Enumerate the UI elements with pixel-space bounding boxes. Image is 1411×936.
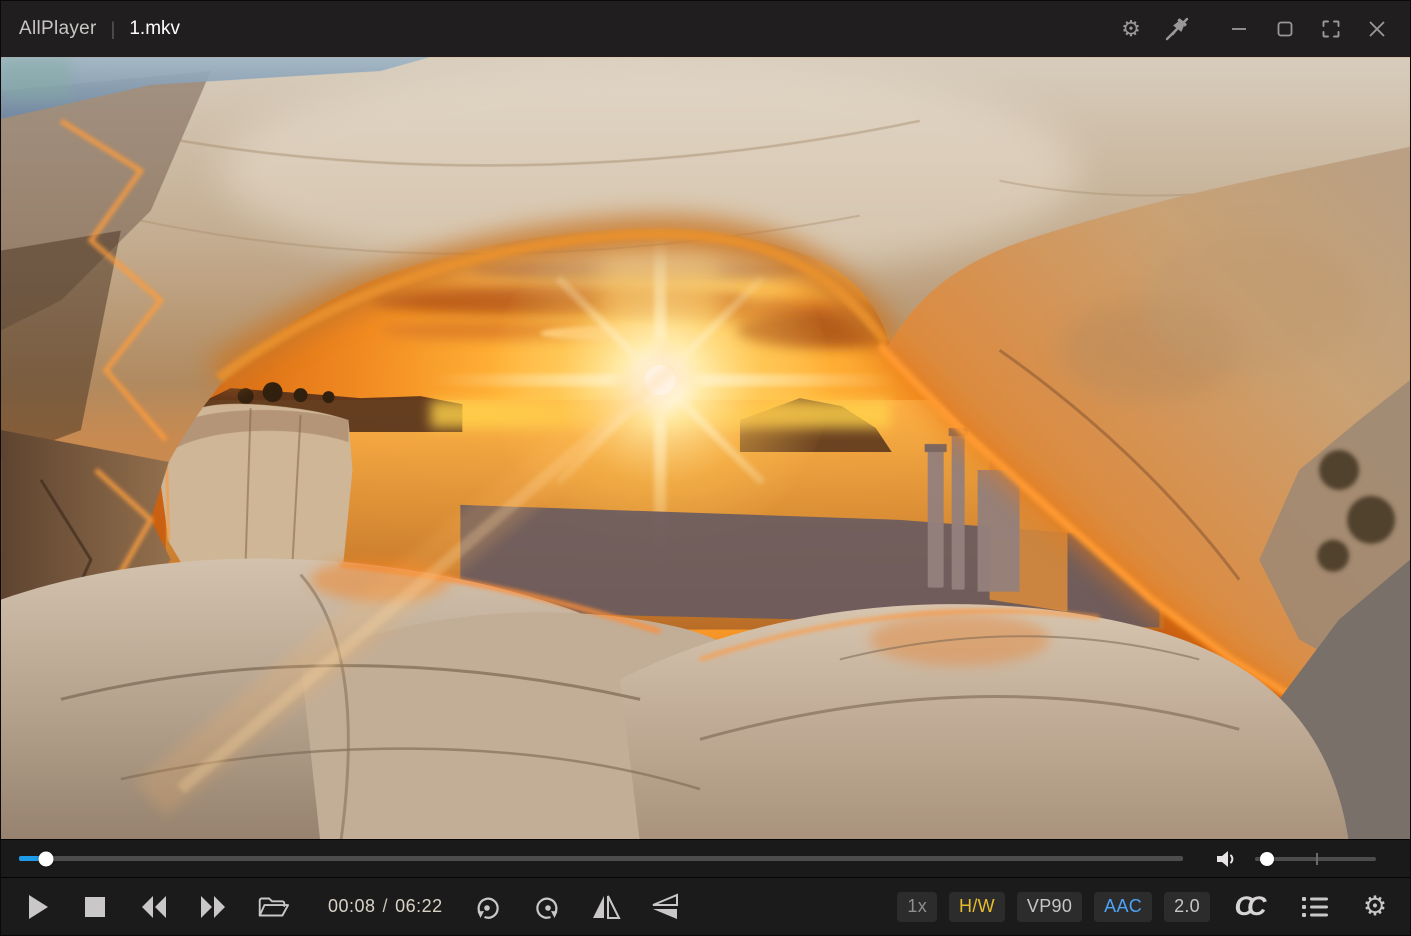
rotate-ccw-icon	[471, 890, 505, 924]
hw-accel-badge-label: H/W	[959, 896, 995, 917]
fullscreen-icon	[1321, 19, 1341, 39]
maximize-icon	[1276, 20, 1294, 38]
gear-icon: ⚙	[1121, 18, 1141, 40]
control-bar: 00:08 / 06:22	[1, 878, 1410, 935]
stop-button[interactable]	[78, 889, 112, 925]
fullscreen-button[interactable]	[1316, 12, 1346, 46]
titlebar-settings-button[interactable]: ⚙	[1116, 12, 1146, 46]
mute-button[interactable]	[1211, 844, 1241, 874]
file-name: 1.mkv	[129, 18, 180, 40]
app-name: AllPlayer	[19, 18, 97, 40]
speed-badge[interactable]: 1x	[897, 892, 937, 922]
window-title: AllPlayer | 1.mkv	[19, 18, 180, 40]
allplayer-window: AllPlayer | 1.mkv ⚙	[0, 0, 1411, 936]
subtitles-button[interactable]: CC	[1228, 889, 1272, 925]
player-settings-button[interactable]: ⚙	[1358, 889, 1392, 925]
titlebar-controls: ⚙	[1116, 12, 1392, 46]
video-display[interactable]	[1, 57, 1410, 840]
flip-horizontal-button[interactable]	[589, 889, 623, 925]
time-display: 00:08 / 06:22	[328, 896, 443, 917]
speed-badge-label: 1x	[907, 896, 927, 917]
open-folder-icon	[255, 890, 289, 924]
close-icon	[1368, 20, 1386, 38]
open-file-button[interactable]	[255, 889, 289, 925]
audio-channels-badge-label: 2.0	[1174, 896, 1200, 917]
flip-vertical-icon	[648, 890, 682, 924]
hw-accel-badge[interactable]: H/W	[949, 892, 1005, 922]
speaker-icon	[1213, 846, 1239, 872]
seek-bar[interactable]	[19, 856, 1183, 861]
audio-codec-badge[interactable]: AAC	[1094, 892, 1152, 922]
rotate-cw-button[interactable]	[530, 889, 564, 925]
flip-vertical-button[interactable]	[648, 889, 682, 925]
audio-codec-badge-label: AAC	[1104, 896, 1142, 917]
status-group: 1x H/W VP90 AAC 2.0 CC	[885, 889, 1392, 925]
fast-forward-icon	[196, 890, 230, 924]
playlist-icon	[1300, 893, 1330, 921]
rewind-button[interactable]	[137, 889, 171, 925]
title-separator: |	[111, 19, 116, 40]
maximize-button[interactable]	[1270, 12, 1300, 46]
close-button[interactable]	[1362, 12, 1392, 46]
minimize-button[interactable]	[1224, 12, 1254, 46]
seek-thumb[interactable]	[38, 851, 53, 866]
titlebar[interactable]: AllPlayer | 1.mkv ⚙	[1, 1, 1410, 57]
play-button[interactable]	[19, 889, 53, 925]
video-codec-badge-label: VP90	[1027, 896, 1072, 917]
rotate-ccw-button[interactable]	[471, 889, 505, 925]
total-time: 06:22	[395, 896, 443, 917]
minimize-icon	[1230, 20, 1248, 38]
video-frame-scene	[1, 57, 1410, 839]
stop-icon	[78, 890, 112, 924]
closed-captions-icon: CC	[1235, 891, 1260, 922]
gear-icon: ⚙	[1363, 893, 1387, 920]
play-icon	[19, 890, 53, 924]
fast-forward-button[interactable]	[196, 889, 230, 925]
pin-on-top-button[interactable]	[1162, 12, 1192, 46]
video-codec-badge[interactable]: VP90	[1017, 892, 1082, 922]
rewind-icon	[137, 890, 171, 924]
flip-horizontal-icon	[589, 890, 623, 924]
volume-thumb[interactable]	[1260, 852, 1274, 866]
playlist-button[interactable]	[1298, 889, 1332, 925]
volume-tick	[1316, 853, 1318, 865]
volume-slider[interactable]	[1255, 857, 1376, 861]
seek-row	[1, 840, 1410, 878]
audio-channels-badge[interactable]: 2.0	[1164, 892, 1210, 922]
rotate-cw-icon	[530, 890, 564, 924]
current-time: 00:08	[328, 896, 376, 917]
pin-off-icon	[1164, 16, 1190, 42]
time-separator: /	[383, 896, 389, 917]
